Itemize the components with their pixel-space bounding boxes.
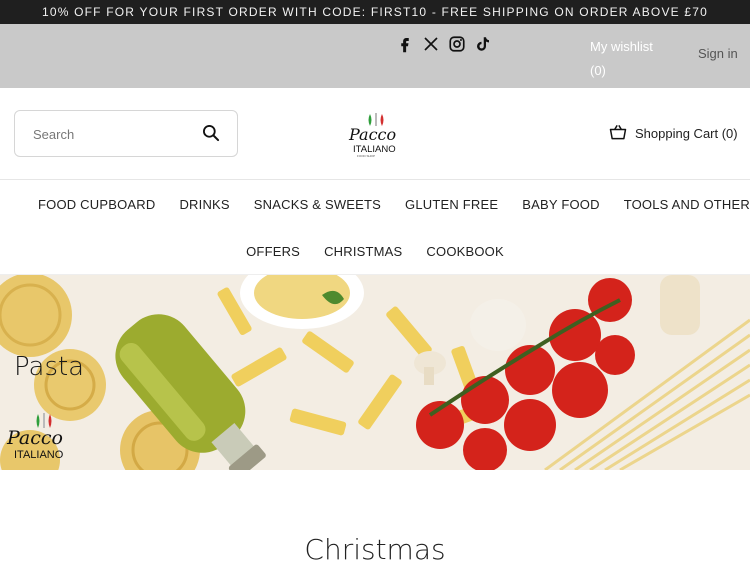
promo-bar: 10% OFF FOR YOUR FIRST ORDER WITH CODE: … — [0, 0, 750, 24]
search-input[interactable] — [33, 124, 193, 144]
sign-in-link[interactable]: Sign in — [698, 46, 738, 61]
svg-text:ITALIANO: ITALIANO — [14, 449, 64, 461]
nav-item-baby-food[interactable]: BABY FOOD — [522, 197, 599, 212]
search-box — [14, 110, 238, 157]
facebook-icon[interactable] — [396, 35, 414, 53]
instagram-icon[interactable] — [448, 35, 466, 53]
category-banner: Pasta Pacco ITALIANO — [0, 275, 750, 470]
wishlist-link[interactable]: My wishlist (0) — [590, 35, 670, 83]
nav-item-drinks[interactable]: DRINKS — [179, 197, 229, 212]
wishlist-count: (0) — [590, 63, 606, 78]
nav-item-gluten-free[interactable]: GLUTEN FREE — [405, 197, 498, 212]
nav-item-tools-other[interactable]: TOOLS AND OTHER — [624, 197, 750, 212]
x-icon[interactable] — [422, 35, 440, 53]
wishlist-label: My wishlist — [590, 39, 653, 54]
tiktok-icon[interactable] — [474, 35, 492, 53]
banner-logo: Pacco ITALIANO — [4, 412, 76, 464]
banner-title: Pasta — [14, 352, 85, 382]
site-header: Pacco ITALIANO FOOD SHOP Shopping Cart (… — [0, 88, 750, 180]
shopping-cart[interactable]: Shopping Cart (0) — [608, 122, 738, 145]
pasta-banner-image — [0, 275, 750, 470]
svg-text:FOOD SHOP: FOOD SHOP — [357, 154, 375, 158]
social-links — [396, 35, 492, 53]
nav-item-food-cupboard[interactable]: FOOD CUPBOARD — [38, 197, 155, 212]
site-logo[interactable]: Pacco ITALIANO FOOD SHOP — [345, 112, 407, 158]
basket-icon — [608, 122, 628, 145]
search-icon[interactable] — [201, 123, 221, 143]
nav-item-offers[interactable]: OFFERS — [246, 244, 300, 259]
main-nav: FOOD CUPBOARD DRINKS SNACKS & SWEETS GLU… — [0, 181, 750, 275]
promo-text: 10% OFF FOR YOUR FIRST ORDER WITH CODE: … — [41, 5, 709, 19]
nav-row-primary: FOOD CUPBOARD DRINKS SNACKS & SWEETS GLU… — [0, 197, 750, 212]
nav-row-secondary: OFFERS CHRISTMAS COOKBOOK — [0, 244, 750, 259]
svg-text:Pacco: Pacco — [348, 125, 396, 144]
section-title: Christmas — [304, 533, 446, 563]
svg-text:Pacco: Pacco — [6, 427, 63, 449]
nav-item-snacks-sweets[interactable]: SNACKS & SWEETS — [254, 197, 381, 212]
top-bar: My wishlist (0) Sign in — [0, 24, 750, 88]
nav-item-cookbook[interactable]: COOKBOOK — [426, 244, 503, 259]
cart-label: Shopping Cart (0) — [635, 126, 738, 141]
nav-item-christmas[interactable]: CHRISTMAS — [324, 244, 402, 259]
